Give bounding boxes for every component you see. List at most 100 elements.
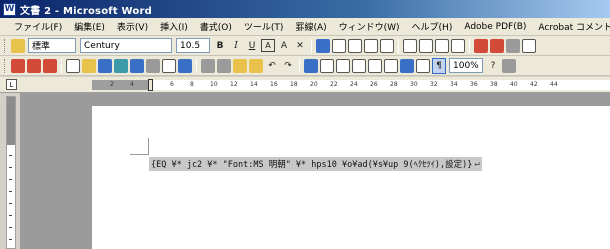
pdf-mail-icon[interactable]	[27, 58, 41, 73]
crop-mark	[130, 154, 148, 155]
pdf-review-icon[interactable]	[43, 58, 57, 73]
align-right-icon[interactable]	[348, 38, 362, 53]
show-formatting-button[interactable]: ¶	[432, 57, 446, 74]
styles-pane-icon[interactable]	[11, 38, 25, 53]
vertical-ruler-tick	[9, 227, 12, 228]
toolbar-grip[interactable]	[4, 38, 7, 53]
ruler-tick: 12	[230, 81, 238, 88]
document-page[interactable]: {EQ ¥* jc2 ¥* "Font:MS 明朝" ¥* hps10 ¥o¥a…	[92, 106, 610, 249]
title-bar: W 文書 2 - Microsoft Word	[0, 0, 610, 18]
email-icon[interactable]	[130, 58, 144, 73]
formatting-toolbar: 標準 Century 10.5 B I U A A ✕	[0, 36, 610, 56]
open-folder-icon[interactable]	[82, 58, 96, 73]
menu-format[interactable]: 書式(O)	[194, 20, 238, 33]
indent-marker[interactable]	[148, 79, 153, 91]
tab-selector-button[interactable]: L	[6, 79, 17, 90]
ruler-margin-shade	[92, 80, 150, 90]
paste-icon[interactable]	[233, 58, 247, 73]
style-combo[interactable]: 標準	[28, 38, 76, 53]
decrease-indent-icon[interactable]	[435, 38, 449, 53]
vertical-ruler-margin-shade	[7, 97, 15, 145]
menu-table[interactable]: 罫線(A)	[289, 20, 332, 33]
increase-indent-icon[interactable]	[451, 38, 465, 53]
ruler-tick: 2	[110, 81, 114, 88]
toolbar-separator	[61, 58, 62, 73]
character-border-button[interactable]: A	[261, 39, 275, 52]
vertical-ruler-tick	[9, 239, 12, 240]
permission-icon[interactable]	[114, 58, 128, 73]
drawing-icon[interactable]	[384, 58, 398, 73]
ruler-tick: 38	[490, 81, 498, 88]
underline-button[interactable]: U	[245, 38, 259, 54]
paragraph-mark: ↵	[474, 159, 480, 169]
undo-icon[interactable]: ↶	[265, 58, 279, 74]
zoom-combo[interactable]: 100%	[449, 58, 483, 73]
show-hide-icon[interactable]	[416, 58, 430, 73]
menu-adobe-pdf[interactable]: Adobe PDF(B)	[458, 22, 532, 32]
enclosed-characters-icon[interactable]	[522, 38, 536, 53]
spelling-icon[interactable]	[178, 58, 192, 73]
ruler-tick: 40	[510, 81, 518, 88]
ruler-tick: 28	[390, 81, 398, 88]
bullets-icon[interactable]	[419, 38, 433, 53]
new-document-icon[interactable]	[66, 58, 80, 73]
ruler-tick: 22	[330, 81, 338, 88]
insert-table-icon[interactable]	[336, 58, 350, 73]
copy-icon[interactable]	[217, 58, 231, 73]
crop-mark	[148, 138, 149, 155]
pdf-convert-icon[interactable]	[11, 58, 25, 73]
menu-help[interactable]: ヘルプ(H)	[406, 20, 459, 33]
align-center-icon[interactable]	[332, 38, 346, 53]
ruler-tick: 14	[250, 81, 258, 88]
numbering-icon[interactable]	[403, 38, 417, 53]
format-painter-icon[interactable]	[249, 58, 263, 73]
field-code-content: {EQ ¥* jc2 ¥* "Font:MS 明朝" ¥* hps10 ¥o¥a…	[151, 160, 473, 170]
insert-excel-icon[interactable]	[352, 58, 366, 73]
horizontal-ruler-bar: L 2 4 6 8 10 12 14 16 18 20 22 24 26 28 …	[0, 77, 610, 93]
menu-tools[interactable]: ツール(T)	[238, 20, 290, 33]
columns-icon[interactable]	[368, 58, 382, 73]
horizontal-ruler[interactable]: 2 4 6 8 10 12 14 16 18 20 22 24 26 28 30…	[92, 80, 610, 90]
vertical-ruler-tick	[9, 167, 12, 168]
field-code-text[interactable]: {EQ ¥* jc2 ¥* "Font:MS 明朝" ¥* hps10 ¥o¥a…	[149, 157, 482, 171]
font-size-combo[interactable]: 10.5	[176, 38, 210, 53]
ruler-tick: 18	[290, 81, 298, 88]
menu-file[interactable]: ファイル(F)	[8, 20, 68, 33]
tables-borders-icon[interactable]	[320, 58, 334, 73]
menu-acrobat-comment[interactable]: Acrobat コメント(C)	[532, 20, 610, 33]
phonetic-guide-icon[interactable]	[506, 38, 520, 53]
distribute-icon[interactable]	[364, 38, 378, 53]
cut-icon[interactable]	[201, 58, 215, 73]
line-spacing-icon[interactable]	[380, 38, 394, 53]
menu-view[interactable]: 表示(V)	[111, 20, 154, 33]
print-preview-icon[interactable]	[162, 58, 176, 73]
ruler-tick: 44	[550, 81, 558, 88]
read-mode-icon[interactable]	[502, 58, 516, 73]
toolbar-separator	[398, 38, 399, 53]
vertical-ruler-tick	[9, 191, 12, 192]
highlight-icon[interactable]	[474, 38, 488, 53]
justify-icon[interactable]	[316, 38, 330, 53]
save-icon[interactable]	[98, 58, 112, 73]
bold-button[interactable]: B	[213, 38, 227, 54]
vertical-ruler[interactable]	[6, 96, 16, 249]
ruler-tick: 36	[470, 81, 478, 88]
toolbar-separator	[311, 38, 312, 53]
ruler-tick: 6	[170, 81, 174, 88]
menu-window[interactable]: ウィンドウ(W)	[333, 20, 406, 33]
ruler-tick: 34	[450, 81, 458, 88]
font-combo[interactable]: Century	[80, 38, 172, 53]
character-scale-icon[interactable]: ✕	[293, 38, 307, 54]
font-color-icon[interactable]	[490, 38, 504, 53]
ruler-tick: 10	[210, 81, 218, 88]
help-icon[interactable]: ?	[486, 58, 500, 74]
document-map-icon[interactable]	[400, 58, 414, 73]
print-icon[interactable]	[146, 58, 160, 73]
toolbar-grip[interactable]	[4, 58, 7, 73]
menu-insert[interactable]: 挿入(I)	[154, 20, 194, 33]
hyperlink-icon[interactable]	[304, 58, 318, 73]
menu-edit[interactable]: 編集(E)	[68, 20, 111, 33]
redo-icon[interactable]: ↷	[281, 58, 295, 74]
character-shading-button[interactable]: A	[277, 38, 291, 54]
italic-button[interactable]: I	[229, 38, 243, 54]
